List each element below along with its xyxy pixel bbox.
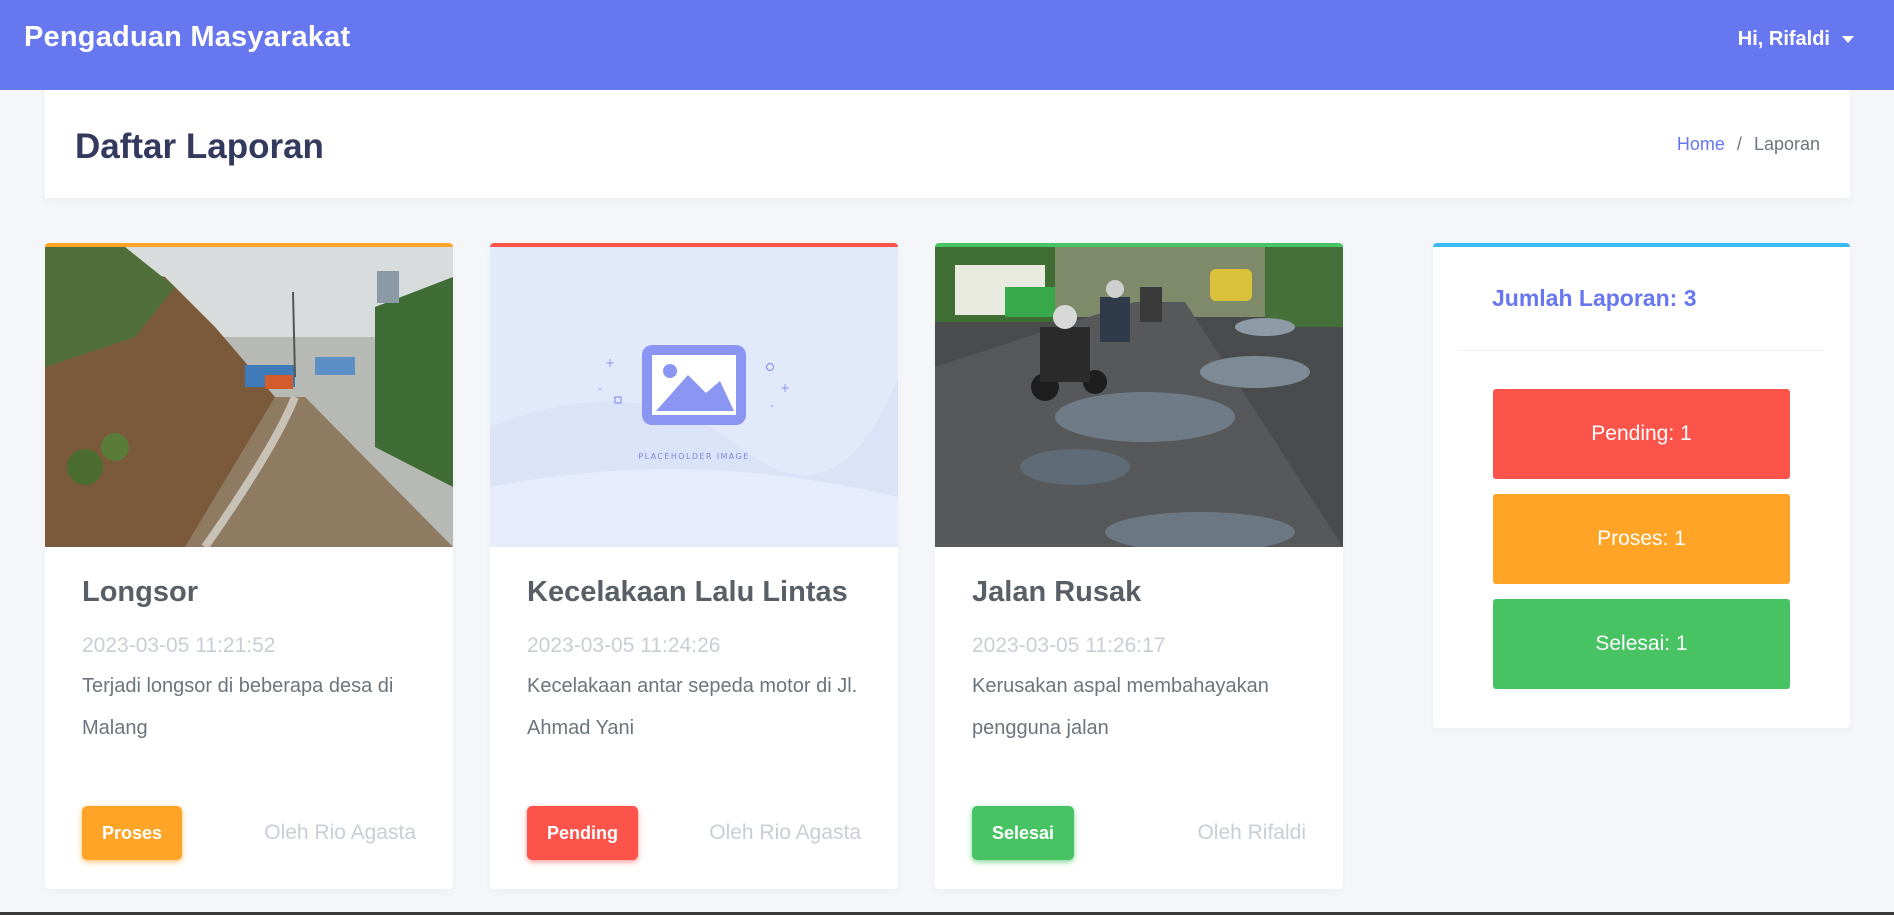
report-description: Kecelakaan antar sepeda motor di Jl. Ahm…: [527, 675, 858, 739]
divider: [1458, 350, 1825, 351]
page-title: Daftar Laporan: [75, 127, 324, 166]
report-description: Terjadi longsor di beberapa desa di Mala…: [82, 675, 394, 739]
report-date: 2023-03-05 11:21:52: [82, 634, 276, 657]
breadcrumb-separator: /: [1736, 134, 1742, 154]
breadcrumb-home-link[interactable]: Home: [1677, 134, 1725, 155]
report-author: Oleh Rio Agasta: [264, 821, 416, 844]
placeholder-image-label: PLACEHOLDER IMAGE: [638, 452, 750, 461]
report-title: Longsor: [82, 576, 198, 608]
placeholder-image: + + - - PLACEHOLDER IMAGE: [490, 247, 898, 547]
chevron-down-icon: [1842, 36, 1854, 43]
report-title: Kecelakaan Lalu Lintas: [527, 576, 848, 608]
report-count-title: Jumlah Laporan: 3: [1492, 285, 1697, 311]
pending-count-box: Pending: 1: [1493, 389, 1790, 479]
status-button-selesai[interactable]: Selesai: [972, 806, 1075, 860]
card-status-bar: [1433, 243, 1850, 247]
status-button-proses[interactable]: Proses: [82, 806, 183, 860]
report-card: Jalan Rusak 2023-03-05 11:26:17 Kerusaka…: [935, 243, 1343, 889]
breadcrumb: Home / Laporan: [1677, 134, 1820, 155]
user-dropdown[interactable]: Hi, Rifaldi: [1738, 28, 1854, 51]
breadcrumb-current: Laporan: [1753, 134, 1820, 154]
svg-text:-: -: [770, 399, 774, 412]
report-author: Oleh Rifaldi: [1197, 821, 1306, 844]
user-greeting: Hi, Rifaldi: [1737, 28, 1830, 50]
section-header: Daftar Laporan Home / Laporan: [45, 90, 1850, 198]
status-button-pending[interactable]: Pending: [527, 806, 638, 860]
svg-text:+: +: [605, 356, 615, 370]
report-description: Kerusakan aspal membahayakan pengguna ja…: [972, 675, 1269, 739]
report-author: Oleh Rio Agasta: [709, 821, 861, 844]
report-date: 2023-03-05 11:26:17: [972, 634, 1166, 657]
proses-count-box: Proses: 1: [1493, 494, 1790, 584]
navbar: Pengaduan Masyarakat Hi, Rifaldi: [0, 0, 1894, 90]
report-card: + + - - PLACEHOLDER IMAGE Kecelakaan Lal…: [490, 243, 898, 889]
svg-text:-: -: [598, 382, 602, 395]
report-image-damaged-road: [935, 247, 1343, 547]
svg-text:+: +: [780, 381, 790, 395]
report-summary-card: Jumlah Laporan: 3 Pending: 1 Proses: 1 S…: [1433, 243, 1850, 728]
report-card: Longsor 2023-03-05 11:21:52 Terjadi long…: [45, 243, 453, 889]
report-image-landslide: [45, 247, 453, 547]
brand-title[interactable]: Pengaduan Masyarakat: [24, 21, 350, 54]
report-date: 2023-03-05 11:24:26: [527, 634, 721, 657]
report-title: Jalan Rusak: [972, 576, 1142, 608]
selesai-count-box: Selesai: 1: [1493, 599, 1790, 689]
